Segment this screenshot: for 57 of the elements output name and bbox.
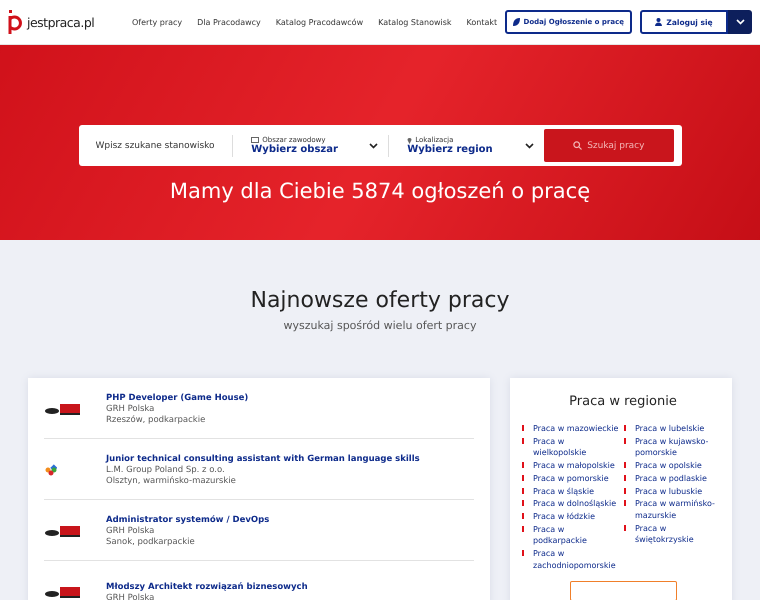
region-link[interactable]: Praca w kujawsko-pomorskie bbox=[635, 436, 722, 460]
pin-icon bbox=[407, 136, 412, 144]
region-link[interactable]: Praca w lubuskie bbox=[635, 486, 702, 498]
job-title-link[interactable]: PHP Developer (Game House) bbox=[106, 393, 248, 403]
job-location: Olsztyn, warmińsko-mazurskie bbox=[106, 476, 237, 486]
chevron-icon bbox=[369, 142, 378, 148]
region-link[interactable]: Praca w lubelskie bbox=[635, 423, 704, 435]
bullet-mark bbox=[624, 425, 626, 431]
company-logo bbox=[45, 524, 83, 536]
region-link[interactable]: Praca w łódzkie bbox=[533, 510, 596, 523]
headline: Mamy dla Ciebie 5874 ogłoszeń o pracę bbox=[170, 179, 590, 203]
job-title-link[interactable]: Junior technical consulting assistant with German language skills bbox=[106, 454, 420, 464]
user-icon bbox=[655, 18, 662, 26]
company-name: GRH Polska bbox=[106, 526, 156, 536]
region-link[interactable]: Praca w zachodniopomorskie bbox=[533, 548, 620, 572]
section-title: Najnowsze oferty pracy bbox=[249, 288, 510, 313]
bullet-mark bbox=[522, 550, 524, 556]
company-name: GRH Polska bbox=[106, 592, 156, 600]
company-name: L.M. Group Poland Sp. z o.o. bbox=[106, 465, 226, 475]
select-value: Wybierz obszar bbox=[251, 144, 338, 155]
region-link[interactable]: Praca w wielkopolskie bbox=[533, 436, 620, 460]
select-value: Wybierz region bbox=[407, 144, 493, 155]
company-logo bbox=[45, 402, 83, 414]
leaf-icon bbox=[512, 18, 520, 26]
company-name: GRH Polska bbox=[106, 404, 156, 414]
nav-link[interactable]: Kontakt bbox=[466, 18, 498, 26]
region-link[interactable]: Praca w warmińsko-mazurskie bbox=[635, 498, 722, 522]
region-title: Praca w regionie bbox=[569, 394, 677, 409]
company-logo bbox=[45, 586, 83, 598]
logo-icon bbox=[8, 10, 24, 34]
region-link[interactable]: Praca w dolnośląskie bbox=[533, 498, 616, 510]
company-logo bbox=[45, 464, 57, 476]
region-link[interactable]: Praca w opolskie bbox=[635, 460, 702, 472]
search-icon bbox=[573, 141, 582, 150]
nav-link[interactable]: Katalog Stanowisk bbox=[378, 18, 452, 26]
region-link[interactable]: Praca w podkarpackie bbox=[533, 524, 620, 548]
job-title-link[interactable]: Młodszy Architekt rozwiązań biznesowych bbox=[106, 582, 308, 592]
region-link[interactable]: Praca w małopolskie bbox=[533, 460, 615, 472]
nav-link[interactable]: Katalog Pracodawców bbox=[276, 18, 364, 26]
job-title-link[interactable]: Administrator systemów / DevOps bbox=[106, 515, 270, 525]
nav-link[interactable]: Oferty pracy bbox=[132, 18, 182, 26]
bullet-mark bbox=[624, 524, 626, 531]
chevron-icon bbox=[525, 142, 534, 148]
region-link[interactable]: Praca w mazowieckie bbox=[533, 423, 618, 435]
chevron-icon bbox=[736, 19, 744, 25]
logo-text[interactable]: jestpraca.pl bbox=[27, 14, 94, 30]
more-button[interactable] bbox=[570, 581, 676, 600]
nav-link[interactable]: Dla Pracodawcy bbox=[197, 18, 261, 26]
dropdown-button[interactable] bbox=[728, 10, 752, 34]
job-location: Sanok, podkarpackie bbox=[106, 537, 196, 547]
job-location: Rzeszów, podkarpackie bbox=[106, 415, 206, 425]
region-link[interactable]: Praca w śląskie bbox=[533, 486, 594, 498]
bullet-mark bbox=[522, 425, 524, 431]
region-link[interactable]: Praca w pomorskie bbox=[533, 472, 609, 485]
region-link[interactable]: Praca w świętokrzyskie bbox=[635, 522, 722, 546]
section-subtitle: wyszukaj spośród wielu ofert pracy bbox=[282, 319, 478, 332]
region-link[interactable]: Praca w podlaskie bbox=[635, 472, 707, 485]
